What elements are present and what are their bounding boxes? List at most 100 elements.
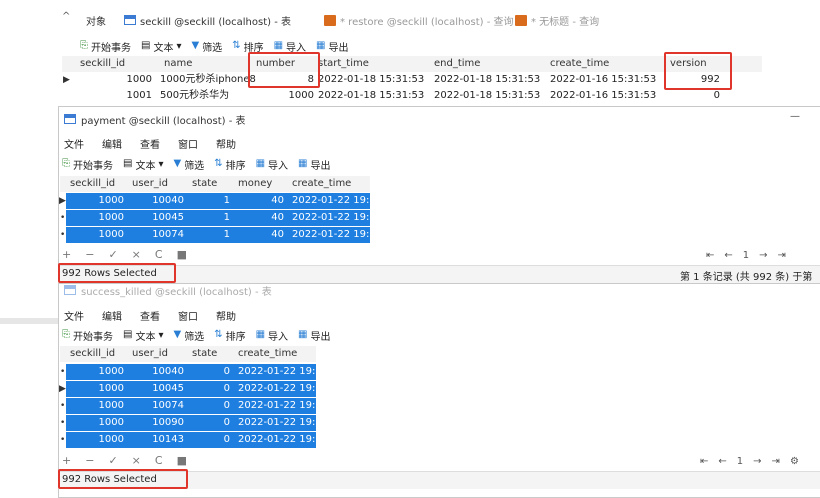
cell[interactable]: 10143 (128, 432, 188, 448)
cell[interactable]: 2022-01-22 19:0 (234, 415, 316, 431)
table-row[interactable]: • 1000 10045 1 40 2022-01-22 19:0 (60, 210, 370, 226)
cell[interactable]: 10090 (128, 415, 188, 431)
table-row[interactable]: • 1000 10074 1 40 2022-01-22 19:0 (60, 227, 370, 243)
prev-page-button[interactable]: ← (718, 456, 726, 467)
cell[interactable]: 10045 (128, 381, 188, 397)
import-button[interactable]: ▦ 导入 (256, 157, 288, 172)
table-row[interactable]: ▶ 1000 10040 1 40 2022-01-22 19:0 (59, 193, 370, 209)
text-button[interactable]: ▤ 文本 ▾ (141, 39, 181, 54)
export-button[interactable]: ▦ 导出 (298, 328, 330, 343)
table-row[interactable]: ▶ 1000 1000元秒杀iphone8 8 2022-01-18 15:31… (62, 72, 762, 88)
discard-button[interactable]: × (132, 248, 141, 261)
tab-restore-query[interactable]: * restore @seckill (localhost) - 查询 (324, 11, 514, 29)
col-header-state[interactable]: state (188, 346, 234, 362)
last-page-button[interactable]: ⇥ (772, 456, 780, 467)
cell[interactable]: 1000 (76, 72, 156, 88)
cell[interactable]: 2022-01-18 15:31:53 (430, 72, 548, 88)
cell[interactable]: 2022-01-22 19:0 (234, 432, 316, 448)
col-header-end-time[interactable]: end_time (430, 56, 548, 72)
last-page-button[interactable]: ⇥ (778, 250, 786, 261)
cell[interactable]: 1001 (76, 88, 156, 104)
settings-icon[interactable]: ⚙ (790, 456, 799, 467)
table-row[interactable]: • 1000 10074 0 2022-01-22 19:0 (60, 398, 316, 414)
col-header-seckill-id[interactable]: seckill_id (66, 346, 128, 362)
col-header-user-id[interactable]: user_id (128, 176, 188, 192)
filter-button[interactable]: ▼ 筛选 (173, 328, 204, 343)
col-header-create-time[interactable]: create_time (234, 346, 316, 362)
cell[interactable]: 1000 (66, 432, 128, 448)
refresh-button[interactable]: C (155, 454, 163, 467)
cell[interactable]: 2022-01-22 19:0 (288, 193, 370, 209)
cell[interactable]: 2022-01-22 19:0 (234, 381, 316, 397)
cell[interactable]: 40 (234, 227, 288, 243)
menu-help[interactable]: 帮助 (216, 136, 236, 152)
table-row[interactable]: • 1000 10040 0 2022-01-22 19:0 (60, 364, 316, 380)
cell[interactable]: 2022-01-18 15:31:53 (314, 88, 432, 104)
menu-edit[interactable]: 编辑 (102, 136, 122, 152)
cell[interactable]: 1000 (252, 88, 318, 104)
collapse-icon[interactable]: ^ (62, 11, 70, 22)
cell[interactable]: 1000 (66, 415, 128, 431)
menu-edit[interactable]: 编辑 (102, 308, 122, 324)
col-header-create-time[interactable]: create_time (288, 176, 370, 192)
cell[interactable]: 40 (234, 193, 288, 209)
cell[interactable]: 1000 (66, 381, 128, 397)
next-page-button[interactable]: → (759, 250, 767, 261)
cell[interactable]: 0 (188, 415, 234, 431)
apply-button[interactable]: ✓ (108, 248, 117, 261)
import-button[interactable]: ▦ 导入 (256, 328, 288, 343)
sort-button[interactable]: ⇅ 排序 (214, 157, 245, 172)
col-header-seckill-id[interactable]: seckill_id (66, 176, 128, 192)
cell[interactable]: 1 (188, 227, 234, 243)
tab-untitled-query[interactable]: * 无标题 - 查询 (515, 11, 599, 29)
first-page-button[interactable]: ⇤ (706, 250, 714, 261)
menu-view[interactable]: 查看 (140, 308, 160, 324)
first-page-button[interactable]: ⇤ (700, 456, 708, 467)
col-header-state[interactable]: state (188, 176, 234, 192)
cell[interactable]: 1000 (66, 193, 128, 209)
col-header-user-id[interactable]: user_id (128, 346, 188, 362)
cell[interactable]: 2022-01-22 19:0 (288, 227, 370, 243)
menu-window[interactable]: 窗口 (178, 308, 198, 324)
add-record-button[interactable]: + (62, 248, 71, 261)
delete-record-button[interactable]: − (85, 248, 94, 261)
cell[interactable]: 10074 (128, 227, 188, 243)
add-record-button[interactable]: + (62, 454, 71, 467)
next-page-button[interactable]: → (753, 456, 761, 467)
tab-objects[interactable]: 对象 (86, 11, 106, 29)
tab-seckill[interactable]: seckill @seckill (localhost) - 表 (124, 11, 291, 29)
col-header-money[interactable]: money (234, 176, 288, 192)
cell[interactable]: 0 (188, 432, 234, 448)
menu-file[interactable]: 文件 (64, 136, 84, 152)
cell[interactable]: 0 (188, 364, 234, 380)
filter-button[interactable]: ▼ 筛选 (173, 157, 204, 172)
col-header-create-time[interactable]: create_time (546, 56, 664, 72)
cell[interactable]: 1000 (66, 210, 128, 226)
cell[interactable]: 2022-01-22 19:0 (234, 364, 316, 380)
cell[interactable]: 2022-01-16 15:31:53 (546, 88, 664, 104)
export-button[interactable]: ▦ 导出 (316, 39, 348, 54)
cell[interactable]: 1000 (66, 364, 128, 380)
cell[interactable]: 40 (234, 210, 288, 226)
cell[interactable]: 0 (666, 88, 724, 104)
minimize-button[interactable]: — (790, 111, 800, 122)
table-row[interactable]: • 1000 10143 0 2022-01-22 19:0 (60, 432, 316, 448)
col-header-start-time[interactable]: start_time (314, 56, 432, 72)
cell[interactable]: 1 (188, 193, 234, 209)
apply-button[interactable]: ✓ (108, 454, 117, 467)
menu-file[interactable]: 文件 (64, 308, 84, 324)
discard-button[interactable]: × (132, 454, 141, 467)
begin-transaction-button[interactable]: ⎘ 开始事务 (62, 328, 113, 343)
menu-view[interactable]: 查看 (140, 136, 160, 152)
menu-window[interactable]: 窗口 (178, 136, 198, 152)
export-button[interactable]: ▦ 导出 (298, 157, 330, 172)
col-header-seckill-id[interactable]: seckill_id (76, 56, 156, 72)
cell[interactable]: 10074 (128, 398, 188, 414)
table-row[interactable]: ▶ 1000 10045 0 2022-01-22 19:0 (59, 381, 316, 397)
begin-transaction-button[interactable]: ⎘ 开始事务 (62, 157, 113, 172)
cell[interactable]: 1000 (66, 227, 128, 243)
cell[interactable]: 1 (188, 210, 234, 226)
table-row[interactable]: • 1000 10090 0 2022-01-22 19:0 (60, 415, 316, 431)
cell[interactable]: 2022-01-22 19:0 (288, 210, 370, 226)
menu-help[interactable]: 帮助 (216, 308, 236, 324)
